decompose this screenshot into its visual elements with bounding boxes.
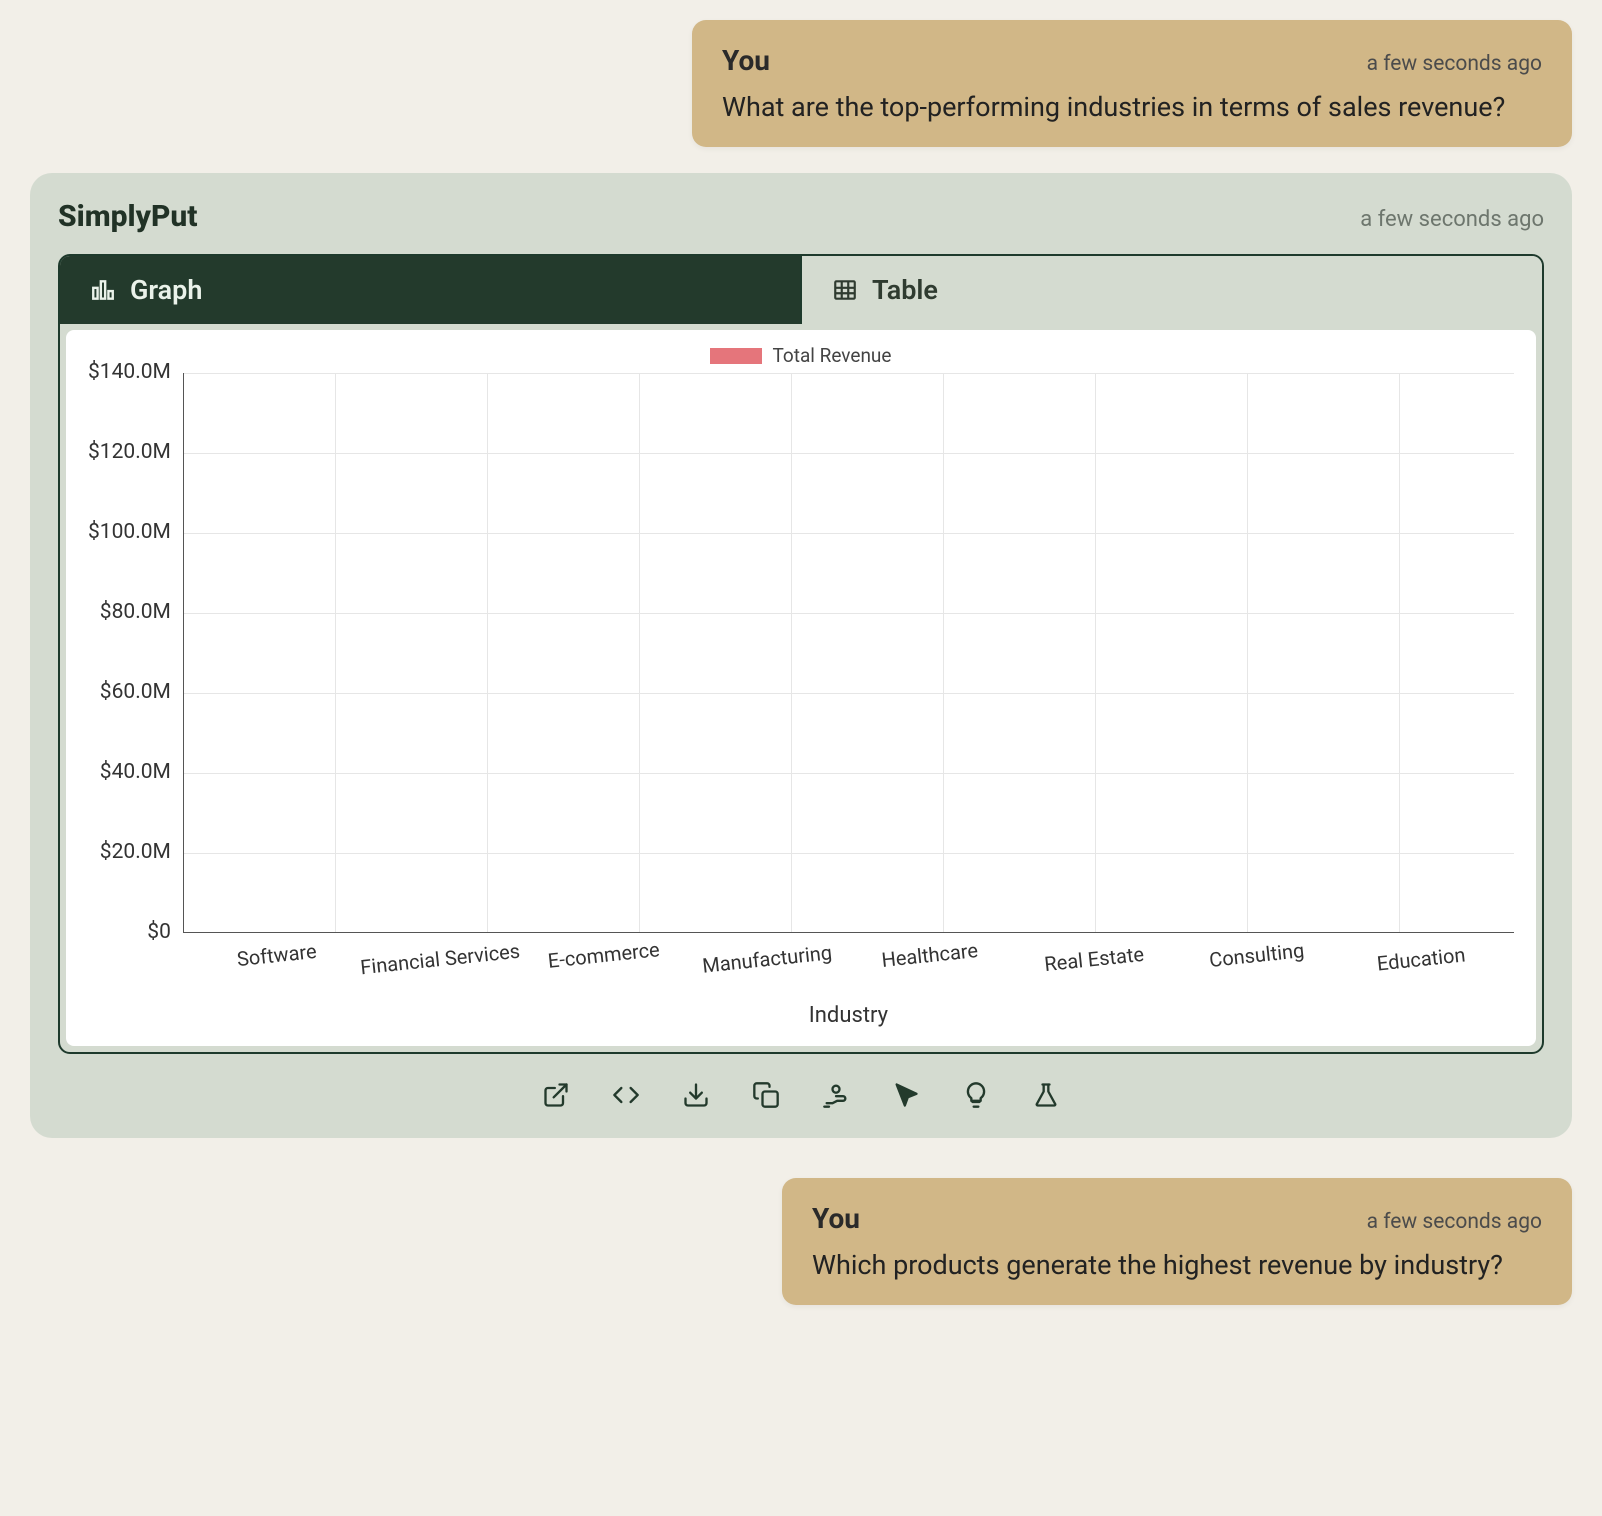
code-icon[interactable] bbox=[609, 1078, 643, 1112]
x-tick: Manufacturing bbox=[685, 939, 850, 980]
message-timestamp: a few seconds ago bbox=[1367, 52, 1542, 76]
assistant-message: SimplyPut a few seconds ago Graph bbox=[30, 173, 1572, 1138]
tab-table[interactable]: Table bbox=[800, 256, 1542, 324]
view-tabs: Graph Table bbox=[60, 256, 1542, 324]
flask-icon[interactable] bbox=[1029, 1078, 1063, 1112]
chart-panel: Total Revenue $140.0M$120.0M$100.0M$80.0… bbox=[66, 330, 1536, 1046]
chart-toolbar bbox=[58, 1054, 1544, 1118]
message-text: Which products generate the highest reve… bbox=[812, 1249, 1542, 1281]
x-tick: Consulting bbox=[1174, 935, 1339, 976]
x-tick: Financial Services bbox=[358, 939, 523, 980]
x-axis-title: Industry bbox=[183, 1003, 1514, 1028]
x-axis-labels: SoftwareFinancial ServicesE-commerceManu… bbox=[183, 933, 1514, 967]
assistant-author: SimplyPut bbox=[58, 199, 198, 234]
copy-icon[interactable] bbox=[749, 1078, 783, 1112]
bar-chart-icon bbox=[90, 277, 116, 303]
hand-offer-icon[interactable] bbox=[819, 1078, 853, 1112]
chart-legend: Total Revenue bbox=[88, 344, 1514, 367]
y-axis: $140.0M$120.0M$100.0M$80.0M$60.0M$40.0M$… bbox=[88, 373, 183, 933]
lightbulb-icon[interactable] bbox=[959, 1078, 993, 1112]
x-tick: Real Estate bbox=[1011, 939, 1176, 980]
download-icon[interactable] bbox=[679, 1078, 713, 1112]
assistant-timestamp: a few seconds ago bbox=[1360, 207, 1544, 232]
user-message: You a few seconds ago Which products gen… bbox=[782, 1178, 1572, 1305]
open-external-icon[interactable] bbox=[539, 1078, 573, 1112]
message-author: You bbox=[812, 1202, 860, 1235]
legend-swatch bbox=[710, 348, 762, 364]
message-text: What are the top-performing industries i… bbox=[722, 91, 1542, 123]
x-tick: E-commerce bbox=[521, 935, 686, 976]
legend-label: Total Revenue bbox=[772, 344, 891, 367]
x-tick: Software bbox=[194, 935, 359, 976]
table-icon bbox=[832, 277, 858, 303]
user-message: You a few seconds ago What are the top-p… bbox=[692, 20, 1572, 147]
x-tick: Healthcare bbox=[848, 935, 1013, 976]
message-author: You bbox=[722, 44, 770, 77]
chart-container: Graph Table Total Revenue bbox=[58, 254, 1544, 1054]
tab-table-label: Table bbox=[872, 274, 938, 306]
tab-graph[interactable]: Graph bbox=[60, 256, 800, 324]
x-tick: Education bbox=[1338, 939, 1503, 980]
message-timestamp: a few seconds ago bbox=[1367, 1210, 1542, 1234]
cursor-icon[interactable] bbox=[889, 1078, 923, 1112]
plot-area bbox=[183, 373, 1514, 933]
tab-graph-label: Graph bbox=[130, 274, 202, 306]
